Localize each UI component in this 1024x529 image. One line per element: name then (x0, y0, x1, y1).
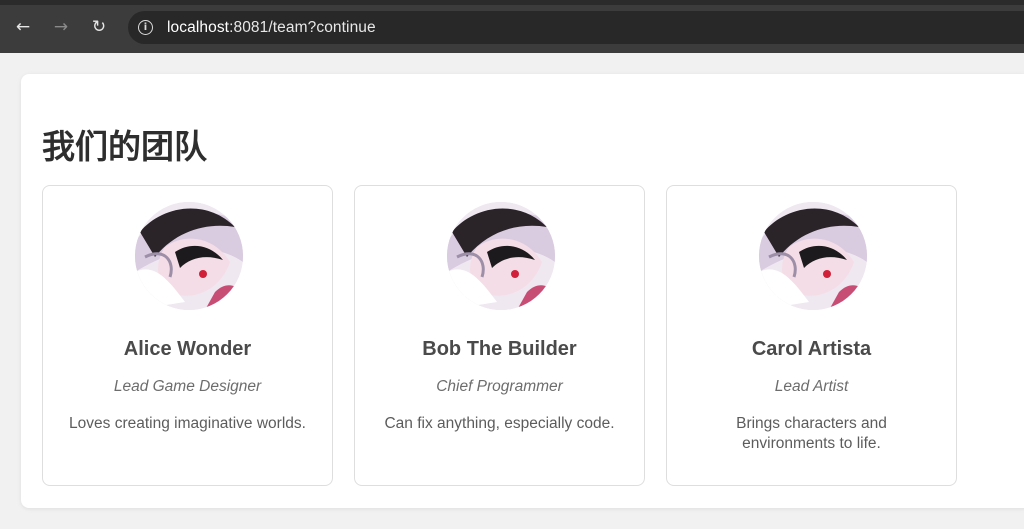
url-text[interactable]: localhost:8081/team?continue (167, 19, 376, 37)
team-card: Carol Artista Lead Artist Brings charact… (666, 185, 957, 486)
member-bio: Brings characters and environments to li… (736, 415, 887, 452)
browser-toolbar: ← → ↻ i localhost:8081/team?continue (0, 0, 1024, 53)
avatar-image (135, 202, 243, 310)
info-icon[interactable]: i (138, 20, 153, 35)
member-role: Lead Game Designer (113, 378, 262, 395)
page-title: 我们的团队 (42, 127, 207, 166)
forward-button[interactable]: → (48, 14, 74, 40)
avatar (759, 202, 867, 310)
avatar (447, 202, 555, 310)
arrow-left-icon: ← (15, 17, 31, 37)
url-host: localhost (167, 18, 230, 36)
address-bar[interactable]: i localhost:8081/team?continue (128, 11, 1024, 44)
team-section: 我们的团队 Alice Wonder Lead Game Designer Lo… (21, 74, 1024, 508)
member-role: Lead Artist (774, 378, 849, 395)
reload-icon: ↻ (91, 17, 107, 37)
back-button[interactable]: ← (10, 14, 36, 40)
team-card: Alice Wonder Lead Game Designer Loves cr… (42, 185, 333, 486)
tab-strip (0, 0, 1024, 5)
url-path: :8081/team?continue (229, 18, 376, 36)
member-role: Chief Programmer (436, 378, 563, 395)
member-bio: Loves creating imaginative worlds. (69, 415, 306, 432)
member-name: Carol Artista (751, 338, 872, 360)
member-name: Bob The Builder (422, 338, 577, 360)
reload-button[interactable]: ↻ (86, 14, 112, 40)
arrow-right-icon: → (53, 17, 69, 37)
avatar-image (447, 202, 555, 310)
member-bio: Can fix anything, especially code. (384, 415, 615, 432)
team-card: Bob The Builder Chief Programmer Can fix… (354, 185, 645, 486)
avatar (135, 202, 243, 310)
member-name: Alice Wonder (123, 338, 252, 360)
page-viewport: 我们的团队 Alice Wonder Lead Game Designer Lo… (0, 53, 1024, 529)
avatar-image (759, 202, 867, 310)
